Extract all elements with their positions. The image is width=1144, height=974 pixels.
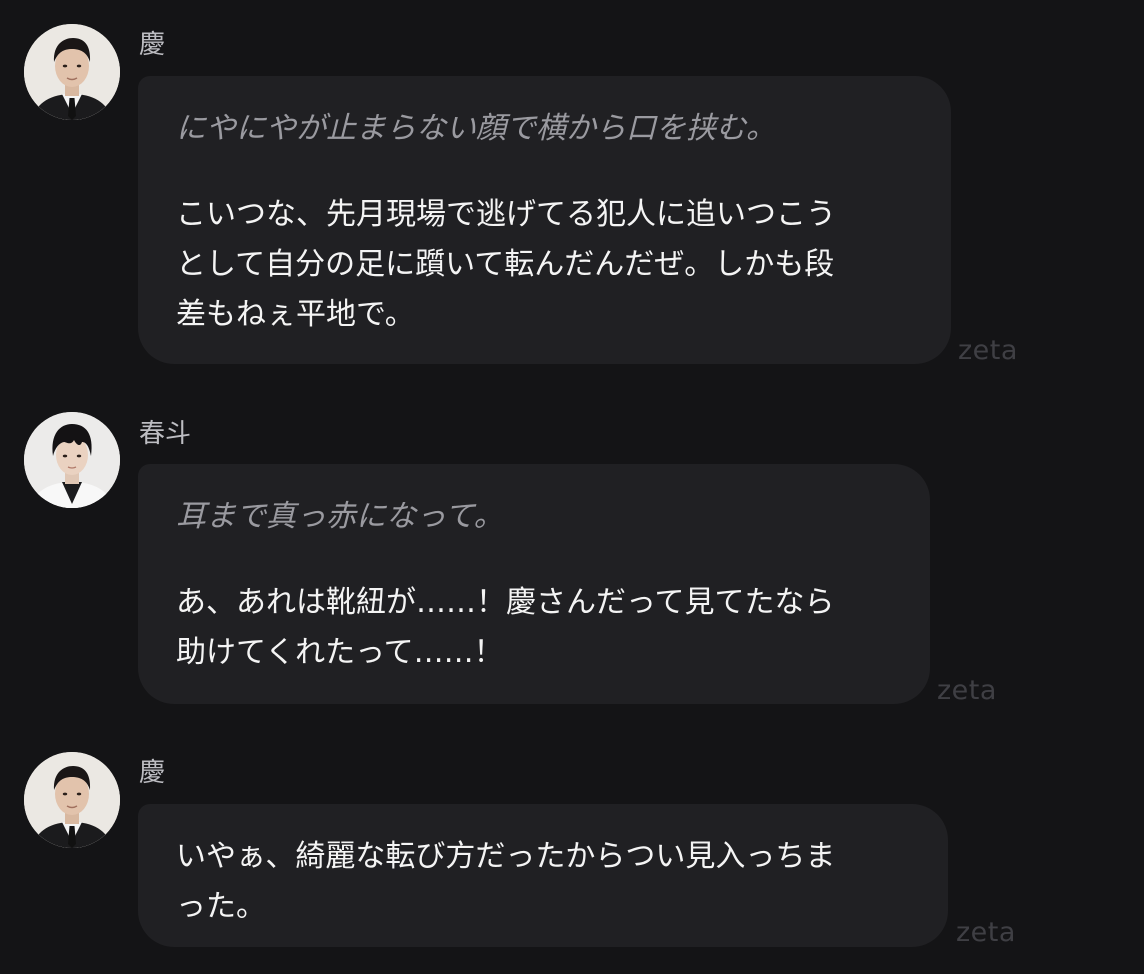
young-man-white-coat-avatar-icon bbox=[24, 412, 120, 508]
speaker-avatar[interactable] bbox=[24, 752, 120, 848]
brand-watermark: zeta bbox=[937, 675, 997, 706]
man-in-suit-avatar-icon bbox=[24, 752, 120, 848]
speaker-name: 慶 bbox=[139, 758, 166, 788]
speaker-avatar[interactable] bbox=[24, 412, 120, 508]
speaker-avatar[interactable] bbox=[24, 24, 120, 120]
speech-text: いやぁ、綺麗な転び方だったからつい見入っちま った。 bbox=[176, 839, 836, 924]
brand-watermark: zeta bbox=[958, 335, 1018, 366]
speech-text: こいつな、先月現場で逃げてる犯人に追いつこう として自分の足に躓いて転んだんだぜ… bbox=[176, 197, 836, 332]
message-bubble: いやぁ、綺麗な転び方だったからつい見入っちま った。 bbox=[138, 804, 948, 947]
narration-text: にやにやが止まらない顔で横から口を挟む。 bbox=[176, 111, 776, 146]
speaker-name: 慶 bbox=[139, 30, 166, 60]
chat-log: 慶 にやにやが止まらない顔で横から口を挟む。 こいつな、先月現場で逃げてる犯人に… bbox=[0, 0, 1144, 974]
narration-text: 耳まで真っ赤になって。 bbox=[176, 499, 504, 534]
speech-text: あ、あれは靴紐が……！慶さんだって見てたなら 助けてくれたって……！ bbox=[176, 585, 835, 670]
message-bubble: にやにやが止まらない顔で横から口を挟む。 こいつな、先月現場で逃げてる犯人に追い… bbox=[138, 76, 951, 364]
man-in-suit-avatar-icon bbox=[24, 24, 120, 120]
speaker-name: 春斗 bbox=[139, 419, 192, 449]
brand-watermark: zeta bbox=[956, 917, 1016, 948]
message-bubble: 耳まで真っ赤になって。 あ、あれは靴紐が……！慶さんだって見てたなら 助けてくれ… bbox=[138, 464, 930, 704]
